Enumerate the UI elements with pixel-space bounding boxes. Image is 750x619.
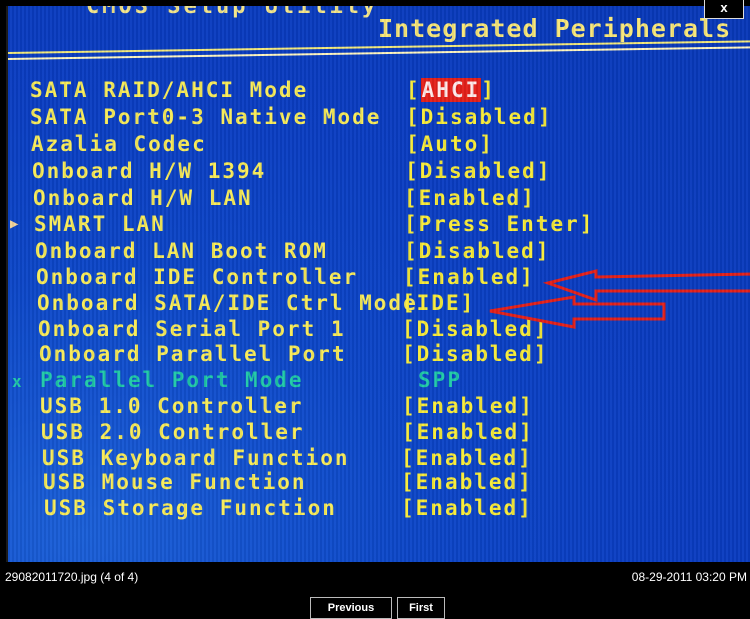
setting-value[interactable]: [Enabled] <box>402 420 534 444</box>
setting-value: SPP <box>418 368 462 392</box>
bracket-close: ] <box>535 239 551 263</box>
setting-label[interactable]: USB 2.0 Controller <box>41 420 305 444</box>
setting-label[interactable]: Azalia Codec <box>31 132 207 156</box>
disabled-marker-icon: x <box>12 372 22 391</box>
bracket-open: [ <box>406 132 421 156</box>
bracket-close: ] <box>460 291 476 315</box>
bracket-close: ] <box>479 132 494 156</box>
bracket-close: ] <box>533 317 549 341</box>
setting-label[interactable]: Onboard Serial Port 1 <box>38 317 346 341</box>
bracket-open: [ <box>402 317 417 341</box>
red-arrow-ide-controller <box>542 269 750 303</box>
setting-value[interactable]: [AHCI] <box>406 78 496 102</box>
setting-value[interactable]: [Enabled] <box>404 186 536 210</box>
setting-label[interactable]: SATA RAID/AHCI Mode <box>30 78 308 102</box>
setting-value-text: AHCI <box>420 78 482 102</box>
setting-label: Parallel Port Mode <box>40 368 304 392</box>
setting-value[interactable]: [Enabled] <box>401 470 533 494</box>
bracket-open: [ <box>402 291 417 315</box>
setting-label[interactable]: Onboard H/W LAN <box>33 186 253 210</box>
bracket-open: [ <box>401 470 416 494</box>
bracket-open: [ <box>404 212 419 236</box>
setting-label[interactable]: Onboard IDE Controller <box>36 265 358 289</box>
bracket-open: [ <box>406 78 421 102</box>
image-timestamp: 08-29-2011 03:20 PM <box>631 570 747 584</box>
bracket-close: ] <box>518 496 533 520</box>
setting-value-text: Enabled <box>415 496 519 520</box>
setting-value-text: Disabled <box>419 159 537 183</box>
setting-label[interactable]: USB Keyboard Function <box>42 446 350 470</box>
setting-value-text: Enabled <box>417 265 521 289</box>
setting-value-text: Enabled <box>415 470 519 494</box>
bracket-open: [ <box>402 394 417 418</box>
setting-label[interactable]: SMART LAN <box>34 212 166 236</box>
setting-value[interactable]: [Enabled] <box>403 265 535 289</box>
setting-value-text: IDE <box>416 291 461 315</box>
bracket-close: ] <box>519 394 534 418</box>
setting-value[interactable]: [Press Enter] <box>404 212 594 236</box>
setting-value[interactable]: [Enabled] <box>402 394 534 418</box>
setting-value[interactable]: [Disabled] <box>405 159 551 183</box>
setting-value-text: Disabled <box>418 239 536 263</box>
bracket-open: [ <box>405 159 420 183</box>
bracket-close: ] <box>519 420 534 444</box>
bracket-close: ] <box>481 78 496 102</box>
submenu-arrow-icon: ▶ <box>10 216 19 232</box>
close-button[interactable]: x <box>704 0 744 19</box>
bracket-open: [ <box>404 239 419 263</box>
bracket-close: ] <box>520 265 535 289</box>
setting-label[interactable]: Onboard LAN Boot ROM <box>35 239 328 263</box>
image-filename: 29082011720.jpg (4 of 4) <box>5 570 139 584</box>
setting-label[interactable]: SATA Port0-3 Native Mode <box>30 105 381 129</box>
setting-value-text: Enabled <box>415 446 519 470</box>
setting-value-text: Disabled <box>416 317 534 341</box>
bracket-open: [ <box>402 420 417 444</box>
image-viewer: CMOS Setup Utility Integrated Peripheral… <box>0 0 750 619</box>
setting-value[interactable]: [Enabled] <box>401 446 533 470</box>
bracket-close: ] <box>518 470 533 494</box>
previous-button[interactable]: Previous <box>310 597 392 619</box>
bracket-close: ] <box>536 159 552 183</box>
setting-value[interactable]: [Disabled] <box>402 342 548 366</box>
bracket-close: ] <box>533 342 549 366</box>
bracket-open: [ <box>406 105 421 129</box>
setting-value-text: Press Enter <box>418 212 580 236</box>
setting-value-text: Enabled <box>416 394 520 418</box>
setting-label[interactable]: Onboard H/W 1394 <box>32 159 266 183</box>
bracket-open: [ <box>401 446 416 470</box>
setting-label[interactable]: Onboard Parallel Port <box>39 342 347 366</box>
setting-value-text: Enabled <box>416 420 520 444</box>
setting-value-text: Enabled <box>418 186 522 210</box>
setting-value[interactable]: [Disabled] <box>402 317 548 341</box>
setting-value[interactable]: [Disabled] <box>404 239 550 263</box>
bios-photo: CMOS Setup Utility Integrated Peripheral… <box>6 6 750 562</box>
bracket-open: [ <box>404 186 419 210</box>
setting-value[interactable]: [Enabled] <box>401 496 533 520</box>
setting-value-text: Auto <box>420 132 480 156</box>
bracket-close: ] <box>521 186 536 210</box>
first-button[interactable]: First <box>397 597 445 619</box>
bracket-open: [ <box>402 342 417 366</box>
bracket-close: ] <box>579 212 595 236</box>
setting-label[interactable]: USB 1.0 Controller <box>40 394 304 418</box>
setting-value[interactable]: [IDE] <box>402 291 475 315</box>
bios-header-partial: CMOS Setup Utility <box>86 6 379 19</box>
bracket-close: ] <box>537 105 553 129</box>
setting-label[interactable]: Onboard SATA/IDE Ctrl Mode <box>37 291 418 315</box>
setting-label[interactable]: USB Mouse Function <box>43 470 307 494</box>
setting-value-text: Disabled <box>420 105 538 129</box>
setting-value[interactable]: [Auto] <box>406 132 494 156</box>
section-title: Integrated Peripherals <box>378 14 732 43</box>
bracket-open: [ <box>401 496 416 520</box>
header-divider <box>8 46 750 60</box>
setting-value-text: Disabled <box>416 342 534 366</box>
setting-value[interactable]: [Disabled] <box>406 105 552 129</box>
setting-label[interactable]: USB Storage Function <box>44 496 337 520</box>
bracket-open: [ <box>403 265 418 289</box>
bracket-close: ] <box>518 446 533 470</box>
